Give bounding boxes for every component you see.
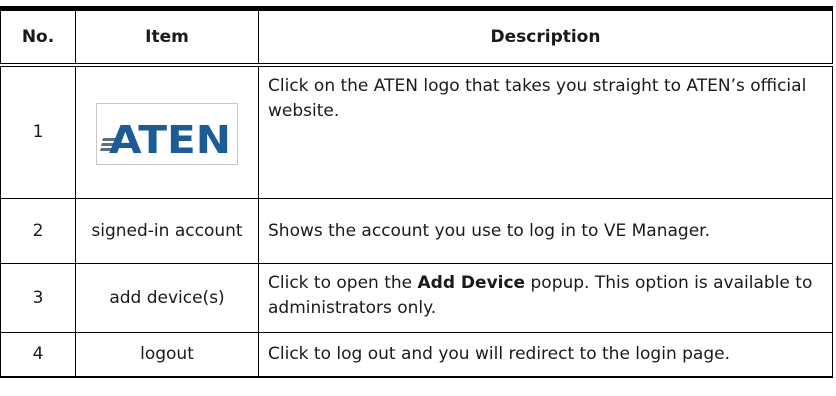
description-table: No. Item Description 1 ATEN Click on the… bbox=[0, 6, 833, 378]
table-row: 4 logout Click to log out and you will r… bbox=[0, 332, 833, 377]
row-number: 4 bbox=[0, 332, 76, 377]
description-cell: Click to open the Add Device popup. This… bbox=[258, 263, 833, 333]
row-number: 1 bbox=[0, 65, 76, 199]
table-row: 3 add device(s) Click to open the Add De… bbox=[0, 263, 833, 333]
item-cell: add device(s) bbox=[75, 263, 259, 333]
description-cell: Shows the account you use to log in to V… bbox=[258, 198, 833, 264]
aten-logo-icon: ATEN bbox=[100, 118, 231, 162]
aten-logo[interactable]: ATEN bbox=[96, 102, 238, 165]
header-row: No. Item Description bbox=[0, 8, 833, 67]
table-row: 2 signed-in account Shows the account yo… bbox=[0, 198, 833, 264]
item-cell: logout bbox=[75, 332, 259, 377]
row-number: 3 bbox=[0, 263, 76, 333]
add-device-term: Add Device bbox=[417, 273, 526, 293]
row-number: 2 bbox=[0, 198, 76, 264]
description-cell: Click to log out and you will redirect t… bbox=[258, 332, 833, 377]
logo-wordmark: ATEN bbox=[109, 118, 231, 162]
description-cell: Click on the ATEN logo that takes you st… bbox=[258, 65, 833, 199]
item-cell: signed-in account bbox=[75, 198, 259, 264]
item-cell: ATEN bbox=[75, 65, 259, 199]
description-text-before: Click to open the bbox=[268, 273, 418, 293]
table-row: 1 ATEN Click on the ATEN logo that takes… bbox=[0, 65, 833, 199]
header-no: No. bbox=[0, 8, 76, 67]
header-item: Item bbox=[75, 8, 259, 67]
header-description: Description bbox=[258, 8, 833, 67]
